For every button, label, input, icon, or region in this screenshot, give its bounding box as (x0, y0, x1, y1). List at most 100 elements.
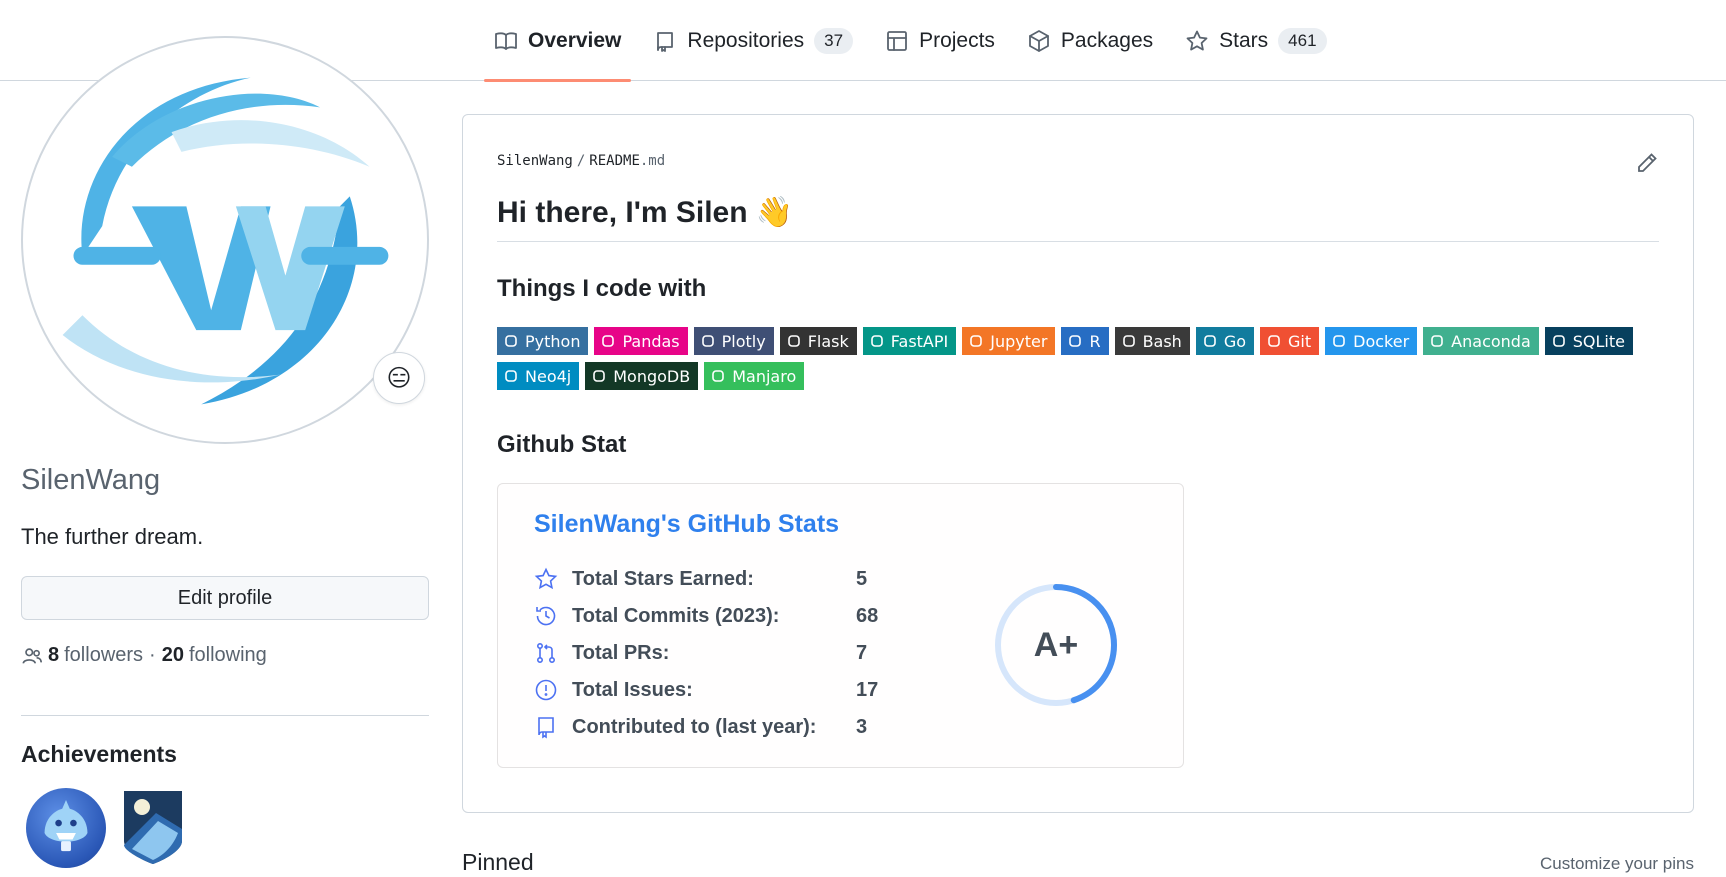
tech-badge-label: FastAPI (890, 331, 949, 351)
badge-logo-icon (1202, 333, 1218, 349)
rank-grade: A+ (1033, 626, 1079, 664)
badge-logo-icon (1331, 333, 1347, 349)
mountain-moon-icon (124, 791, 182, 864)
stat-row-issues: Total Issues: 17 (534, 677, 878, 703)
tech-badge-label: Flask (807, 331, 849, 351)
badge-logo-icon (1121, 333, 1137, 349)
pull-request-icon (536, 642, 556, 663)
tech-badge-label: Plotly (721, 331, 766, 351)
section-github-stat: Github Stat (497, 431, 627, 458)
readme-breadcrumb: SilenWang / README.md (497, 153, 665, 169)
achievements-heading[interactable]: Achievements (21, 741, 177, 768)
book-icon (495, 31, 517, 50)
readme-owner-link[interactable]: SilenWang (497, 153, 573, 169)
tech-badge-label: Git (1288, 331, 1312, 351)
stat-row-contributed: Contributed to (last year): 3 (534, 714, 867, 740)
tech-badge-label: Go (1223, 331, 1247, 351)
profile-readme: SilenWang / README.md Hi there, I'm Silen … (462, 114, 1694, 813)
repo-icon (657, 31, 674, 52)
tech-badge: Git (1260, 327, 1320, 355)
profile-bio: The further dream. (21, 524, 204, 549)
tech-badge-label: Python (525, 331, 581, 351)
stat-label: Contributed to (last year): (572, 715, 817, 738)
badge-logo-icon (968, 333, 984, 349)
tech-badge-label: Manjaro (732, 366, 797, 386)
tab-repositories[interactable]: Repositories 37 (643, 0, 863, 81)
customize-pins-link[interactable]: Customize your pins (1540, 854, 1694, 874)
tech-badge: Go (1195, 327, 1255, 355)
status-emoji-button[interactable]: 😑 (373, 352, 425, 404)
readme-file-link[interactable]: README (589, 153, 640, 169)
star-icon (534, 567, 558, 590)
stat-value: 17 (856, 678, 879, 701)
badge-logo-icon (1266, 333, 1282, 349)
follow-stats: 8 followers · 20 following (21, 644, 267, 667)
badge-logo-icon (503, 333, 519, 349)
badge-logo-icon (710, 368, 726, 384)
avatar[interactable] (21, 36, 429, 444)
stat-value: 5 (856, 567, 868, 590)
stat-label: Total Issues: (572, 678, 693, 701)
profile-username: SilenWang (21, 464, 161, 496)
section-things-i-code-with: Things I code with (497, 275, 707, 302)
breadcrumb-separator: / (576, 153, 586, 169)
following-count[interactable]: 20 (162, 644, 184, 667)
tab-packages-label: Packages (1060, 28, 1154, 52)
readme-file-ext: .md (639, 153, 666, 169)
profile-tabs: Overview Repositories 37 Projects Packag… (484, 0, 1349, 82)
tech-badge: Docker (1325, 327, 1418, 355)
tech-badge: R (1061, 327, 1109, 355)
repositories-count: 37 (814, 27, 854, 54)
tab-projects[interactable]: Projects (875, 0, 1005, 81)
package-icon (1029, 29, 1049, 52)
stars-count: 461 (1278, 27, 1327, 54)
badge-logo-icon (503, 368, 519, 384)
stat-label: Total PRs: (572, 641, 670, 664)
badge-logo-icon (786, 333, 802, 349)
tech-badge-label: Bash (1142, 331, 1182, 351)
tech-badge: FastAPI (862, 327, 957, 355)
tech-badge-label: Pandas (622, 331, 680, 351)
badge-logo-icon (700, 333, 716, 349)
followers-link[interactable]: followers (64, 644, 143, 667)
tech-badge-label: Jupyter (990, 331, 1048, 351)
following-link[interactable]: following (189, 644, 267, 667)
tech-badge: SQLite (1544, 327, 1633, 355)
tab-projects-label: Projects (919, 28, 995, 52)
sidebar-divider (21, 715, 429, 716)
stat-row-stars: Total Stars Earned: 5 (534, 566, 867, 592)
tab-packages[interactable]: Packages (1017, 0, 1163, 81)
badge-logo-icon (591, 368, 607, 384)
history-icon (536, 606, 556, 626)
tech-badge-label: R (1089, 331, 1101, 351)
star-icon (1186, 30, 1208, 50)
issue-icon (535, 679, 557, 701)
tab-stars[interactable]: Stars 461 (1175, 0, 1336, 81)
badge-logo-icon (600, 333, 616, 349)
tab-overview[interactable]: Overview (484, 0, 632, 82)
pinned-heading: Pinned (462, 849, 534, 875)
tech-badge: MongoDB (585, 362, 699, 390)
stat-value: 3 (856, 715, 868, 738)
followers-count[interactable]: 8 (48, 644, 59, 667)
edit-profile-button[interactable]: Edit profile (21, 576, 429, 620)
tech-badge: Manjaro (704, 362, 805, 390)
achievement-badge-shark[interactable] (26, 788, 106, 868)
tech-badge: Neo4j (497, 362, 580, 390)
tab-repositories-label: Repositories (687, 28, 805, 52)
heading-rule (497, 241, 1659, 242)
achievement-badge-mountain[interactable] (122, 789, 184, 865)
tech-badge-label: Neo4j (525, 366, 572, 386)
badge-logo-icon (1429, 333, 1445, 349)
github-stats-card: SilenWang's GitHub Stats Total Stars Ear… (497, 483, 1184, 768)
tech-badge-label: SQLite (1572, 331, 1625, 351)
repo-icon (538, 717, 554, 739)
table-icon (887, 30, 907, 51)
stat-label: Total Stars Earned: (572, 567, 754, 590)
stat-row-prs: Total PRs: 7 (534, 640, 867, 666)
shark-icon (44, 799, 88, 852)
pencil-icon[interactable] (1635, 151, 1659, 175)
stats-card-title: SilenWang's GitHub Stats (534, 510, 840, 538)
stat-label: Total Commits (2023): (572, 604, 780, 627)
tech-badge: Flask (779, 327, 857, 355)
